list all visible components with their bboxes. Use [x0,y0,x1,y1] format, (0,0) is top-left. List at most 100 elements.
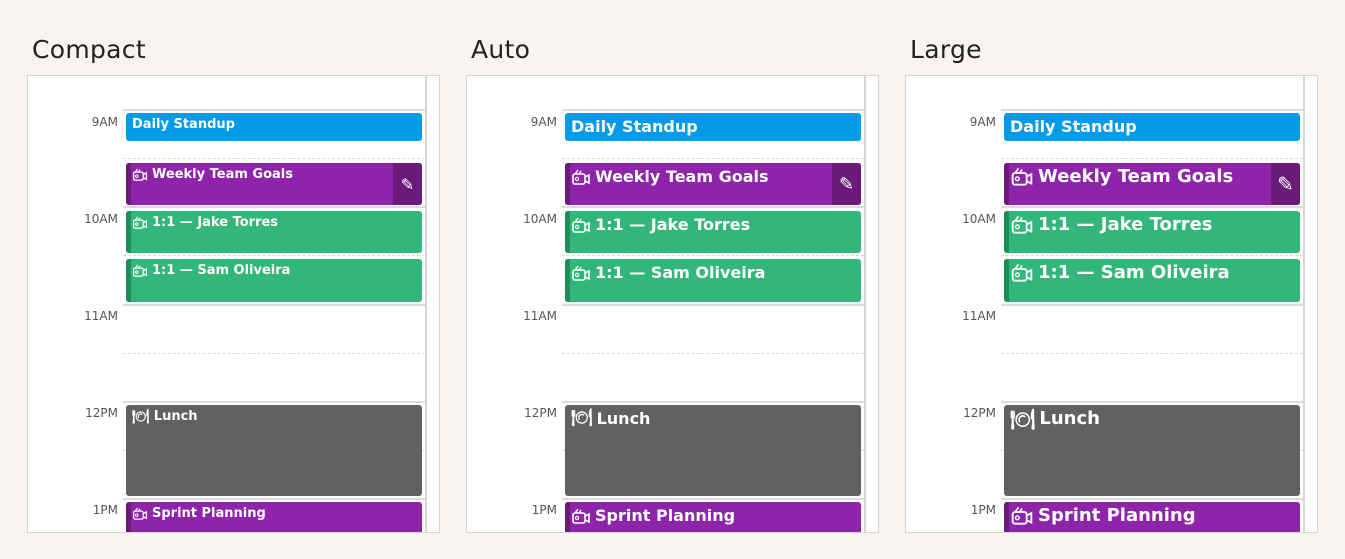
time-label-11am: 11AM [84,309,118,323]
event-title: 1:1 — Jake Torres [152,215,279,230]
half-hour-line [1001,255,1303,256]
event-title: Sprint Planning [595,506,736,525]
column-border [1303,76,1305,532]
event-title: Weekly Team Goals [152,167,293,182]
time-label-1pm: 1PM [531,503,557,517]
event-title: Daily Standup [571,117,698,136]
event-lunch[interactable]: 🍽 Lunch [126,405,422,496]
panel-title: Compact [32,35,146,64]
column-border [425,76,427,532]
time-label-10am: 10AM [962,212,996,226]
time-label-11am: 11AM [962,309,996,323]
cutlery-icon: 🍽 [571,408,593,428]
edit-button[interactable]: ✎ [832,163,861,205]
event-daily-standup[interactable]: Daily Standup [565,113,861,141]
video-call-icon [571,216,591,234]
hour-line [562,498,864,500]
event-title: 1:1 — Sam Oliveira [595,263,766,282]
hour-line [1001,401,1303,403]
time-label-12pm: 12PM [85,406,118,420]
event-daily-standup[interactable]: Daily Standup [126,113,422,141]
event-1on1-sam-oliveira[interactable]: 1:1 — Sam Oliveira [126,259,422,302]
hour-line [1001,498,1303,500]
time-label-1pm: 1PM [92,503,118,517]
video-call-icon [571,264,591,282]
half-hour-line [1001,158,1303,159]
event-accent-bar [126,163,131,205]
event-1on1-sam-oliveira[interactable]: 1:1 — Sam Oliveira [1004,259,1300,302]
hour-line [562,401,864,403]
event-lunch[interactable]: 🍽 Lunch [1004,405,1300,496]
event-title: Weekly Team Goals [595,167,769,186]
event-sprint-planning[interactable]: Sprint Planning [565,502,861,532]
event-accent-bar [126,259,131,302]
hour-line [123,206,425,208]
hour-line [123,109,425,111]
video-call-icon [1010,166,1034,187]
time-label-9am: 9AM [91,115,118,129]
hour-line [1001,304,1303,306]
column-border [864,76,866,532]
event-lunch[interactable]: 🍽 Lunch [565,405,861,496]
cutlery-icon: 🍽 [1010,406,1036,431]
event-title: 1:1 — Jake Torres [1038,214,1213,235]
event-daily-standup[interactable]: Daily Standup [1004,113,1300,141]
event-weekly-team-goals[interactable]: Weekly Team Goals ✎ [126,163,422,205]
event-1on1-jake-torres[interactable]: 1:1 — Jake Torres [126,211,422,253]
event-accent-bar [1004,211,1009,253]
calendar-panel-auto: Auto 9AM 10AM 11AM 12PM 1PM Daily Standu… [466,0,879,559]
pencil-icon: ✎ [400,174,415,194]
video-call-icon [1010,214,1034,235]
event-weekly-team-goals[interactable]: Weekly Team Goals ✎ [1004,163,1300,205]
event-title: Lunch [1039,408,1100,429]
event-accent-bar [565,163,570,205]
panel-title: Large [910,35,982,64]
event-accent-bar [1004,259,1009,302]
pencil-icon: ✎ [1277,172,1294,196]
video-call-icon [132,263,148,278]
event-1on1-jake-torres[interactable]: 1:1 — Jake Torres [1004,211,1300,253]
event-title: 1:1 — Sam Oliveira [152,263,291,278]
event-title: Sprint Planning [1038,505,1196,526]
time-label-11am: 11AM [523,309,557,323]
video-call-icon [132,506,148,521]
event-accent-bar [1004,163,1009,205]
video-call-icon [132,167,148,182]
event-title: 1:1 — Sam Oliveira [1038,262,1230,283]
cutlery-icon: 🍽 [132,408,150,425]
event-sprint-planning[interactable]: Sprint Planning [126,502,422,532]
event-accent-bar [565,259,570,302]
calendar-panel-compact: Compact 9AM 10AM 11AM 12PM 1PM Daily Sta… [27,0,440,559]
half-hour-line [123,353,425,354]
event-1on1-jake-torres[interactable]: 1:1 — Jake Torres [565,211,861,253]
event-title: Weekly Team Goals [1038,166,1234,187]
edit-button[interactable]: ✎ [1271,163,1300,205]
hour-line [562,109,864,111]
video-call-icon [571,168,591,186]
time-label-12pm: 12PM [524,406,557,420]
time-label-9am: 9AM [969,115,996,129]
half-hour-line [123,255,425,256]
time-label-12pm: 12PM [963,406,996,420]
event-accent-bar [565,502,570,532]
time-label-10am: 10AM [84,212,118,226]
hour-line [123,304,425,306]
day-view: 9AM 10AM 11AM 12PM 1PM Daily Standup Wee… [27,75,440,533]
event-sprint-planning[interactable]: Sprint Planning [1004,502,1300,532]
event-accent-bar [126,502,131,532]
day-view: 9AM 10AM 11AM 12PM 1PM Daily Standup Wee… [466,75,879,533]
hour-line [562,206,864,208]
video-call-icon [1010,505,1034,526]
pencil-icon: ✎ [838,173,855,195]
event-weekly-team-goals[interactable]: Weekly Team Goals ✎ [565,163,861,205]
event-title: Daily Standup [132,117,235,132]
time-label-10am: 10AM [523,212,557,226]
event-title: 1:1 — Jake Torres [595,215,751,234]
event-accent-bar [1004,502,1009,532]
half-hour-line [562,255,864,256]
event-title: Lunch [596,409,651,428]
hour-line [1001,109,1303,111]
event-1on1-sam-oliveira[interactable]: 1:1 — Sam Oliveira [565,259,861,302]
event-accent-bar [126,211,131,253]
edit-button[interactable]: ✎ [393,163,422,205]
